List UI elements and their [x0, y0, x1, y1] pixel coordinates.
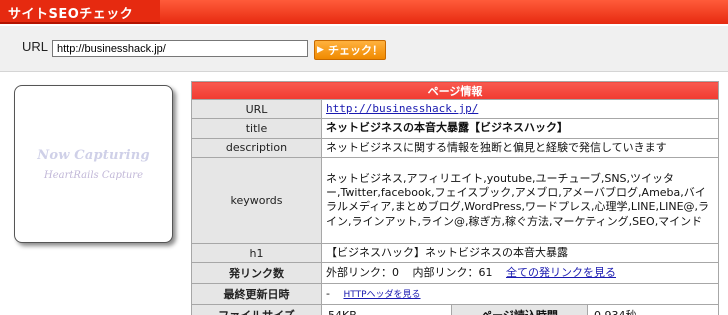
url-input[interactable]: [52, 40, 308, 57]
table-row: keywords ネットビジネス,アフィリエイト,youtube,ユーチューブ,…: [191, 156, 719, 244]
url-label: URL: [22, 39, 49, 54]
url-row-value: http://businesshack.jp/: [321, 98, 719, 120]
file-size-value: 54KB: [321, 304, 452, 315]
url-row-label: URL: [191, 98, 322, 120]
h1-row-label: h1: [191, 242, 322, 264]
now-capturing-text: Now Capturing: [37, 148, 150, 163]
keywords-row-label: keywords: [191, 156, 322, 244]
table-row: h1 【ビジネスハック】ネットビジネスの本音大暴露: [191, 242, 719, 264]
page-info-table: ページ情報 URL http://businesshack.jp/ title …: [191, 81, 719, 315]
links-row-label: 発リンク数: [191, 262, 322, 285]
check-button-label: チェック！: [327, 44, 383, 57]
internal-links-count: 内部リンク：61: [412, 266, 493, 280]
page-title: サイトSEOチェック: [8, 7, 134, 22]
table-row: description ネットビジネスに関する情報を独断と偏見と経験で発信してい…: [191, 137, 719, 158]
updated-row-label: 最終更新日時: [191, 283, 322, 306]
table-row: URL http://businesshack.jp/: [191, 98, 719, 120]
play-arrow-icon: ▶: [317, 45, 324, 55]
h1-row-value: 【ビジネスハック】ネットビジネスの本音大暴露: [321, 242, 719, 264]
load-time-label: ページ読込時間: [451, 304, 588, 315]
page-info-title: ページ情報: [191, 81, 719, 100]
file-size-label: ファイルサイズ: [191, 304, 322, 315]
title-row-value: ネットビジネスの本音大暴露【ビジネスハック】: [321, 118, 719, 139]
table-row: 発リンク数 外部リンク：0 内部リンク：61 全ての発リンクを見る: [191, 262, 719, 285]
description-row-label: description: [191, 137, 322, 158]
table-row: ファイルサイズ 54KB ページ読込時間 0.934秒: [191, 304, 719, 315]
links-row-value: 外部リンク：0 内部リンク：61 全ての発リンクを見る: [321, 262, 719, 285]
updated-row-value: - HTTPヘッダを見る: [321, 283, 719, 306]
keywords-row-value: ネットビジネス,アフィリエイト,youtube,ユーチューブ,SNS,ツイッター…: [321, 156, 719, 244]
url-form: URL ▶ チェック！: [0, 26, 728, 72]
heartrails-capture-logo: HeartRails Capture: [44, 170, 143, 181]
load-time-value: 0.934秒: [587, 304, 719, 315]
screenshot-capture: Now Capturing HeartRails Capture: [14, 85, 173, 243]
url-link[interactable]: http://businesshack.jp/: [326, 102, 478, 115]
description-row-value: ネットビジネスに関する情報を独断と偏見と経験で発信していきます: [321, 137, 719, 158]
updated-dash: -: [326, 286, 330, 300]
all-links-link[interactable]: 全ての発リンクを見る: [506, 266, 616, 279]
check-button[interactable]: ▶ チェック！: [314, 40, 386, 60]
table-row: 最終更新日時 - HTTPヘッダを見る: [191, 283, 719, 306]
title-row-label: title: [191, 118, 322, 139]
external-links-count: 外部リンク：0: [326, 266, 399, 280]
http-header-link[interactable]: HTTPヘッダを見る: [343, 290, 420, 300]
title-bar-gradient: [160, 0, 728, 24]
table-row: title ネットビジネスの本音大暴露【ビジネスハック】: [191, 118, 719, 139]
title-bar: サイトSEOチェック: [0, 0, 728, 24]
